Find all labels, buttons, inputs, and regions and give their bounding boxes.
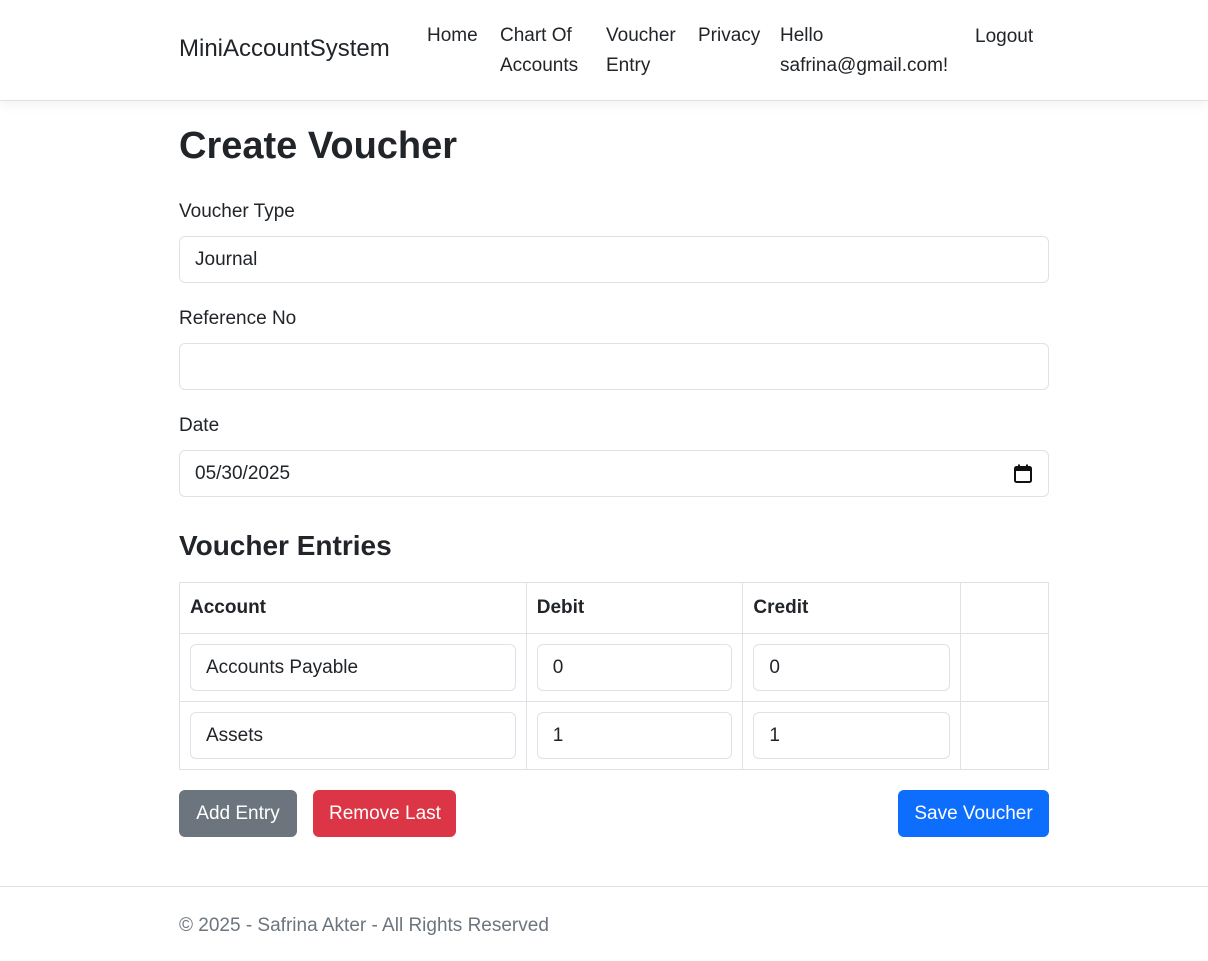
voucher-entries-table: Account Debit Credit Accounts Payable 0 … [179,582,1049,770]
voucher-type-input[interactable]: Journal [179,236,1049,283]
column-header-actions [960,582,1049,634]
calendar-icon[interactable] [1011,462,1035,486]
user-greeting-link[interactable]: Hello safrina@gmail.com! [780,21,948,81]
date-label: Date [179,415,220,436]
credit-cell: 0 [742,633,962,702]
column-header-debit: Debit [525,582,744,634]
nav-link-chart-line2: Accounts [500,55,579,76]
footer-copyright: © 2025 - Safrina Akter - All Rights Rese… [179,915,549,936]
account-input[interactable]: Accounts Payable [190,644,516,691]
nav-link-home-label: Home [427,25,478,46]
save-voucher-button[interactable]: Save Voucher [898,790,1049,837]
credit-input[interactable]: 0 [753,644,951,691]
nav-link-privacy-label: Privacy [698,25,761,46]
logout-button[interactable]: Logout [975,22,1033,52]
greeting-line2: safrina@gmail.com! [780,55,949,76]
nav-link-chart-of-accounts[interactable]: Chart Of Accounts [500,21,578,81]
nav-link-chart-line1: Chart Of [500,25,572,46]
debit-input[interactable]: 1 [536,712,733,759]
debit-input[interactable]: 0 [536,644,733,691]
column-header-credit: Credit [742,582,962,634]
nav-link-voucher-line2: Entry [606,55,651,76]
nav-link-home[interactable]: Home [427,21,478,51]
table-row: Assets 1 1 [179,701,1049,770]
table-header-row: Account Debit Credit [179,582,1049,634]
remove-last-button[interactable]: Remove Last [313,790,456,837]
greeting-line1: Hello [780,25,824,46]
top-navbar: MiniAccountSystem Home Chart Of Accounts… [0,0,1208,101]
add-entry-button[interactable]: Add Entry [179,790,297,837]
table-row: Accounts Payable 0 0 [179,633,1049,702]
actions-cell [960,633,1049,702]
account-cell: Accounts Payable [179,633,527,702]
account-input[interactable]: Assets [190,712,516,759]
voucher-type-value: Journal [195,249,258,270]
credit-input[interactable]: 1 [753,712,951,759]
actions-cell [960,701,1049,770]
debit-cell: 0 [525,633,744,702]
date-value: 05/30/2025 [195,463,291,484]
account-cell: Assets [179,701,527,770]
column-header-account: Account [179,582,527,634]
voucher-type-label: Voucher Type [179,201,295,222]
brand-link[interactable]: MiniAccountSystem [179,35,390,63]
credit-cell: 1 [742,701,962,770]
page-title: Create Voucher [179,125,458,167]
voucher-entries-title: Voucher Entries [179,530,392,561]
nav-link-voucher-entry[interactable]: Voucher Entry [606,21,676,81]
reference-no-label: Reference No [179,308,297,329]
nav-link-privacy[interactable]: Privacy [698,21,760,51]
reference-no-input[interactable] [179,343,1049,390]
page-footer: © 2025 - Safrina Akter - All Rights Rese… [0,886,1208,961]
nav-link-voucher-line1: Voucher [606,25,676,46]
debit-cell: 1 [525,701,744,770]
date-input[interactable]: 05/30/2025 [179,450,1049,497]
